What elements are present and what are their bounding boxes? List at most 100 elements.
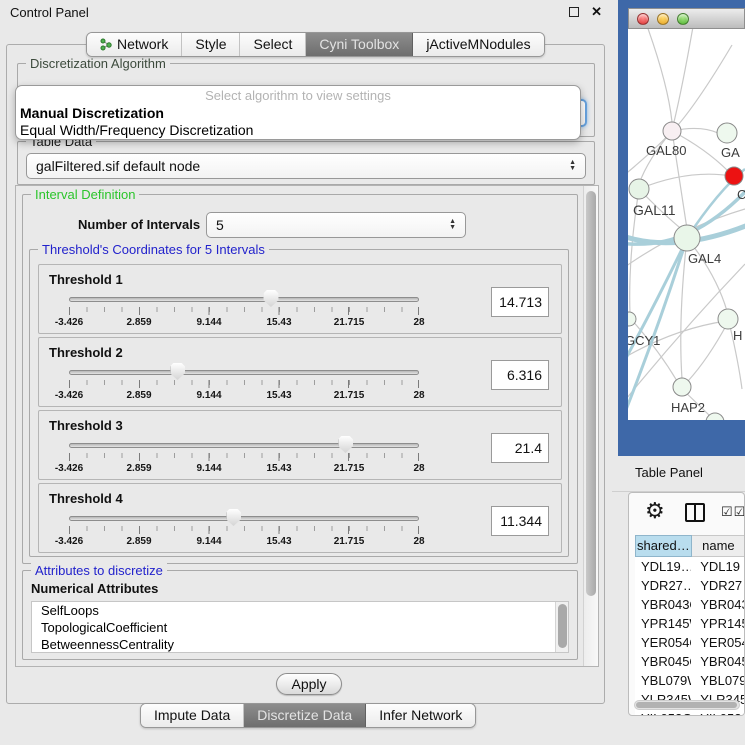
- dropdown-option-manual[interactable]: Manual Discretization: [16, 105, 580, 122]
- node-label: GCY1: [628, 333, 660, 348]
- zoom-traffic-light-icon[interactable]: [677, 13, 689, 25]
- table-data-value: galFiltered.sif default node: [36, 158, 200, 174]
- dropdown-prompt[interactable]: Select algorithm to view settings: [16, 88, 580, 105]
- control-panel: Control Panel ✕ Network Style Select C: [0, 0, 612, 745]
- list-item[interactable]: TopologicalCoefficient: [32, 619, 568, 636]
- list-scrollbar[interactable]: [555, 602, 568, 652]
- numerical-attributes-list[interactable]: SelfLoops TopologicalCoefficient Between…: [31, 601, 569, 653]
- node-hap2[interactable]: [673, 378, 691, 396]
- threshold-3-value-field[interactable]: 21.4: [491, 433, 549, 463]
- slider-thumb[interactable]: [226, 509, 241, 526]
- table-row[interactable]: YIL052CYIL052: [635, 709, 745, 716]
- network-graph: GAL80 GA C GAL11 GAL4 GCY1 H HAP2: [628, 29, 745, 420]
- dropdown-option-equal-width[interactable]: Equal Width/Frequency Discretization: [16, 122, 580, 139]
- split-columns-icon[interactable]: [685, 503, 705, 522]
- algorithm-dropdown-popup: Select algorithm to view settings Manual…: [15, 85, 581, 140]
- table-body: YDL19…YDL19YDR27…YDR27YBR043CYBR043YPR14…: [635, 557, 745, 716]
- network-tab-icon: [100, 38, 112, 51]
- close-icon[interactable]: ✕: [591, 4, 602, 20]
- node-gal11[interactable]: [629, 179, 649, 199]
- apply-button[interactable]: Apply: [276, 673, 342, 695]
- tick-label: 21.715: [334, 463, 365, 474]
- node-label: GAL11: [633, 202, 676, 218]
- table-cell: YDL19…: [635, 557, 691, 576]
- number-of-intervals-label: Number of Intervals: [78, 217, 200, 232]
- tick-label: 2.859: [126, 536, 151, 547]
- table-data-select[interactable]: galFiltered.sif default node ▲▼: [26, 153, 586, 179]
- table-cell: YBR045: [691, 652, 745, 671]
- table-row[interactable]: YER054CYER054: [635, 633, 745, 652]
- slider-thumb[interactable]: [263, 290, 278, 307]
- select-columns-icon[interactable]: ☑☑: [721, 504, 745, 520]
- threshold-3-slider[interactable]: -3.4262.8599.14415.4321.71528: [69, 443, 419, 475]
- float-window-icon[interactable]: [569, 7, 579, 17]
- tick-label: 28: [413, 536, 424, 547]
- table-cell: YIL052C: [635, 709, 691, 716]
- list-item[interactable]: BetweennessCentrality: [32, 636, 568, 653]
- slider-thumb[interactable]: [170, 363, 185, 380]
- tab-label: Style: [195, 33, 226, 56]
- slider-ticks: [69, 380, 419, 388]
- tab-jactivemnodules[interactable]: jActiveMNodules: [413, 33, 543, 56]
- tab-discretize-data[interactable]: Discretize Data: [244, 704, 366, 727]
- tab-cyni-toolbox[interactable]: Cyni Toolbox: [306, 33, 413, 56]
- tick-label: 21.715: [334, 536, 365, 547]
- slider-tick-labels: -3.4262.8599.14415.4321.71528: [69, 317, 419, 329]
- table-row[interactable]: YBR045CYBR045: [635, 652, 745, 671]
- settings-vertical-scrollbar[interactable]: [583, 186, 598, 666]
- table-row[interactable]: YBR043CYBR043: [635, 595, 745, 614]
- slider-thumb[interactable]: [338, 436, 353, 453]
- tab-style[interactable]: Style: [182, 33, 240, 56]
- table-row[interactable]: YDR27…YDR27: [635, 576, 745, 595]
- threshold-4-slider[interactable]: -3.4262.8599.14415.4321.71528: [69, 516, 419, 548]
- tick-label: -3.426: [55, 390, 83, 401]
- combo-stepper-icon: ▲▼: [449, 219, 456, 231]
- node-gal4[interactable]: [674, 225, 700, 251]
- node-h[interactable]: [718, 309, 738, 329]
- scrollbar-thumb[interactable]: [586, 191, 596, 596]
- tab-label: jActiveMNodules: [426, 33, 530, 56]
- table-horizontal-scrollbar[interactable]: [634, 700, 740, 710]
- table-row[interactable]: YPR145WYPR145: [635, 614, 745, 633]
- table-cell: YDR27…: [635, 576, 691, 595]
- node-label: H: [733, 328, 742, 343]
- gear-icon[interactable]: ⚙: [645, 498, 665, 524]
- threshold-1-label: Threshold 1: [49, 272, 123, 287]
- table-panel-header: Table Panel: [612, 456, 745, 492]
- threshold-2-value-field[interactable]: 6.316: [491, 360, 549, 390]
- tick-label: 9.144: [196, 463, 221, 474]
- node-selected-red[interactable]: [725, 167, 743, 185]
- column-header-name[interactable]: name: [692, 535, 745, 557]
- table-row[interactable]: YDL19…YDL19: [635, 557, 745, 576]
- table-row[interactable]: YBL079WYBL079: [635, 671, 745, 690]
- tick-label: 2.859: [126, 390, 151, 401]
- threshold-1-box: Threshold 1 -3.4262.8599.14415.4321.7152…: [38, 264, 562, 334]
- threshold-1-slider[interactable]: -3.4262.8599.14415.4321.71528: [69, 297, 419, 329]
- network-view-window[interactable]: GAL80 GA C GAL11 GAL4 GCY1 H HAP2: [618, 0, 745, 456]
- tab-infer-network[interactable]: Infer Network: [366, 704, 475, 727]
- threshold-4-value-field[interactable]: 11.344: [491, 506, 549, 536]
- table-header-row: shared… name: [635, 535, 745, 557]
- thresholds-group: Threshold's Coordinates for 5 Intervals …: [29, 249, 569, 557]
- list-item[interactable]: SelfLoops: [32, 602, 568, 619]
- threshold-2-slider[interactable]: -3.4262.8599.14415.4321.71528: [69, 370, 419, 402]
- number-of-intervals-select[interactable]: 5 ▲▼: [206, 212, 466, 238]
- tab-label: Infer Network: [379, 704, 462, 727]
- threshold-1-value-field[interactable]: 14.713: [491, 287, 549, 317]
- minimize-traffic-light-icon[interactable]: [657, 13, 669, 25]
- slider-track: [69, 297, 419, 302]
- slider-tick-labels: -3.4262.8599.14415.4321.71528: [69, 390, 419, 402]
- tab-impute-data[interactable]: Impute Data: [141, 704, 244, 727]
- tab-select[interactable]: Select: [240, 33, 306, 56]
- column-header-shared-name[interactable]: shared…: [635, 535, 692, 557]
- tick-label: 28: [413, 390, 424, 401]
- tab-network[interactable]: Network: [87, 33, 182, 56]
- list-scrollbar-thumb[interactable]: [558, 604, 567, 648]
- table-panel-title: Table Panel: [635, 465, 703, 480]
- network-canvas[interactable]: GAL80 GA C GAL11 GAL4 GCY1 H HAP2: [628, 29, 745, 420]
- table-cell: YPR145: [691, 614, 745, 633]
- node-top-right[interactable]: [717, 123, 737, 143]
- scrollbar-thumb[interactable]: [636, 702, 737, 708]
- node-gal80[interactable]: [663, 122, 681, 140]
- close-traffic-light-icon[interactable]: [637, 13, 649, 25]
